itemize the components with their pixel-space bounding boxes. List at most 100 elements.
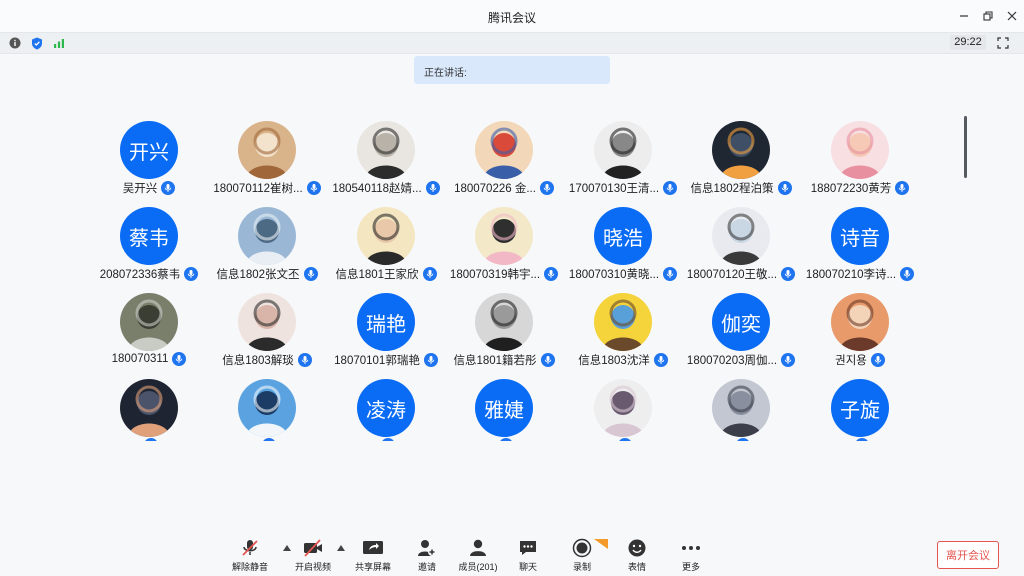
participant-tile[interactable]: 180070226 金... xyxy=(445,115,563,201)
participant-tile[interactable]: 开兴 吴开兴 xyxy=(90,115,208,201)
restore-icon[interactable] xyxy=(976,6,1000,26)
anime-boy-photo xyxy=(594,379,652,437)
participant-tile[interactable]: 180070112崔树... xyxy=(208,115,326,201)
participant-name-line: 180070310黄晓... xyxy=(564,266,682,282)
participant-tile[interactable]: 180070319韩宇... xyxy=(445,201,563,287)
participant-name: 180070226 金... xyxy=(454,183,536,195)
participant-name: 180070203周伽... xyxy=(686,355,778,367)
more-button[interactable]: 更多 xyxy=(669,538,713,574)
participant-tile[interactable]: 170070130王清... xyxy=(564,115,682,201)
mic-icon xyxy=(499,438,513,441)
participant-tile[interactable] xyxy=(208,373,326,441)
invite-label: 邀请 xyxy=(417,562,436,572)
share-screen-button[interactable]: 共享屏幕 xyxy=(351,538,395,574)
mic-icon xyxy=(870,353,885,367)
spongebob-photo xyxy=(594,293,652,351)
participant-name: 18070101郭瑞艳 xyxy=(334,355,420,367)
avatar: 雅婕 xyxy=(475,379,533,437)
info-icon[interactable] xyxy=(8,36,22,50)
leave-meeting-button[interactable]: 离开会议 xyxy=(937,541,999,569)
participant-tile[interactable]: 信息1801籍若彤 xyxy=(445,287,563,373)
members-icon xyxy=(456,538,500,558)
participant-tile[interactable]: 信息1803解琰 xyxy=(208,287,326,373)
participant-name-line: 信息1802张文丕 xyxy=(208,266,326,282)
unmute-button[interactable]: 解除静音 xyxy=(228,538,272,574)
participant-tile[interactable]: 瑞艳 18070101郭瑞艳 xyxy=(327,287,445,373)
avatar: 瑞艳 xyxy=(357,293,415,351)
participant-name: 권지용 xyxy=(835,355,867,367)
cartoon-pig-photo xyxy=(475,207,533,265)
window-title: 腾讯会议 xyxy=(487,11,536,25)
mic-icon xyxy=(422,267,437,281)
participant-tile[interactable]: 诗音 180070210李诗... xyxy=(801,201,919,287)
invite-button[interactable]: 邀请 xyxy=(405,538,449,574)
mic-icon xyxy=(736,438,750,441)
participant-tile[interactable]: 信息1802张文丕 xyxy=(208,201,326,287)
close-icon[interactable] xyxy=(1000,6,1024,26)
participant-tile[interactable]: 凌涛 xyxy=(327,373,445,441)
avatar: 子旋 xyxy=(831,379,889,437)
participant-tile[interactable]: 信息1803沈洋 xyxy=(564,287,682,373)
participant-name-line: 180540118赵婧... xyxy=(327,180,445,196)
participant-tile[interactable]: 180540118赵婧... xyxy=(327,115,445,201)
mic-icon xyxy=(618,438,632,441)
speaking-banner: 正在讲话: xyxy=(414,56,610,84)
mic-icon xyxy=(544,267,559,281)
shiba-dog-photo xyxy=(238,121,296,179)
members-button[interactable]: 成员(201) xyxy=(456,538,500,574)
scrollbar-thumb[interactable] xyxy=(964,116,967,178)
fullscreen-icon[interactable] xyxy=(996,36,1010,50)
participant-name: 信息1801籍若彤 xyxy=(453,355,537,367)
reaction-button[interactable]: 表情 xyxy=(615,538,659,574)
participant-tile[interactable]: 188072230黄芳 xyxy=(801,115,919,201)
sunset-sea-photo xyxy=(712,121,770,179)
camera-off-icon xyxy=(291,538,335,558)
minimize-icon[interactable] xyxy=(952,6,976,26)
reaction-label: 表情 xyxy=(627,562,646,572)
video-options-caret-icon[interactable] xyxy=(336,544,346,552)
participant-tile[interactable]: 180070120王敬... xyxy=(682,201,800,287)
mic-icon xyxy=(297,353,312,367)
participant-name: 180070120王敬... xyxy=(686,269,778,281)
mic-icon xyxy=(777,181,792,195)
mic-icon xyxy=(144,438,158,441)
participant-tile[interactable] xyxy=(564,373,682,441)
participant-name-line: 信息1801籍若彤 xyxy=(445,352,563,368)
participant-name-line: 180070210李诗... xyxy=(801,266,919,282)
participant-name-line: 18070101郭瑞艳 xyxy=(327,352,445,368)
more-label: 更多 xyxy=(681,562,700,572)
snowboard-photo xyxy=(238,379,296,437)
mic-icon xyxy=(653,353,668,367)
signal-icon[interactable] xyxy=(52,36,66,50)
participant-tile[interactable] xyxy=(682,373,800,441)
participant-tile[interactable]: 信息1802程泊策 xyxy=(682,115,800,201)
participant-tile[interactable] xyxy=(90,373,208,441)
participant-tile[interactable]: 권지용 xyxy=(801,287,919,373)
mic-icon xyxy=(539,181,554,195)
participant-tile[interactable]: 雅婕 xyxy=(445,373,563,441)
mic-icon xyxy=(663,267,678,281)
participant-name: 信息1803解琰 xyxy=(222,355,294,367)
participant-tile[interactable]: 180070311 xyxy=(90,287,208,373)
speaking-label: 正在讲话: xyxy=(424,68,467,79)
boy-glasses-photo xyxy=(712,379,770,437)
mic-icon xyxy=(184,267,199,281)
participant-name-line xyxy=(90,438,208,441)
dark-hair-photo xyxy=(475,293,533,351)
participant-tile[interactable]: 伽奕 180070203周伽... xyxy=(682,287,800,373)
smiley-icon xyxy=(615,538,659,558)
participant-name-line: 180070226 金... xyxy=(445,180,563,196)
participant-tile[interactable]: 晓浩 180070310黄晓... xyxy=(564,201,682,287)
participant-name: 180070112崔树... xyxy=(213,183,303,195)
start-video-button[interactable]: 开启视频 xyxy=(291,538,335,574)
boy-portrait-photo xyxy=(712,207,770,265)
shield-icon[interactable] xyxy=(30,36,44,50)
participant-name-line: 180070203周伽... xyxy=(682,352,800,368)
participant-name: 信息1801王家欣 xyxy=(335,269,419,281)
participant-tile[interactable]: 蔡韦 208072336蔡韦 xyxy=(90,201,208,287)
participant-name-line: 信息1801王家欣 xyxy=(327,266,445,282)
mic-icon xyxy=(262,438,276,441)
participant-tile[interactable]: 子旋 xyxy=(801,373,919,441)
participant-tile[interactable]: 信息1801王家欣 xyxy=(327,201,445,287)
chat-button[interactable]: 聊天 xyxy=(506,538,550,574)
